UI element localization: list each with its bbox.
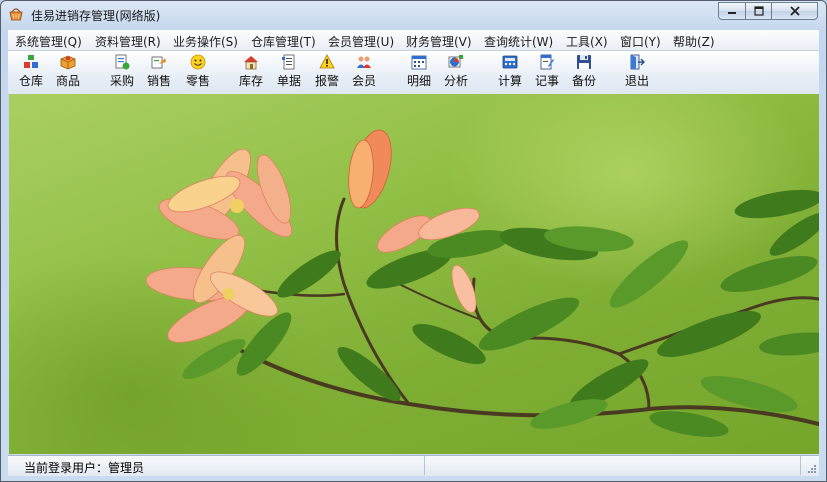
close-icon	[789, 6, 800, 16]
menu-warehouse[interactable]: 仓库管理(T)	[251, 33, 316, 50]
toolbar-label: 退出	[624, 74, 649, 88]
close-button[interactable]	[771, 2, 818, 20]
toolbar-warehouse-button[interactable]: 仓库	[12, 53, 50, 91]
toolbar-label: 单据	[276, 74, 301, 88]
warning-icon	[319, 54, 335, 69]
members-icon	[357, 56, 371, 68]
save-disk-icon	[577, 55, 591, 69]
azalea-flowers	[145, 129, 480, 343]
toolbar-label: 明细	[406, 74, 431, 88]
notebook-icon	[540, 54, 554, 70]
menu-finance[interactable]: 财务管理(V)	[406, 33, 472, 50]
toolbar-label: 记事	[534, 74, 559, 88]
toolbar-goods-button[interactable]: 商品	[49, 53, 87, 91]
main-workspace	[9, 94, 819, 454]
resize-grip-icon[interactable]	[807, 464, 817, 474]
analysis-icon	[448, 55, 463, 68]
status-pane-user: 当前登录用户：管理员	[14, 456, 425, 475]
maximize-button[interactable]	[745, 2, 772, 20]
menu-query[interactable]: 查询统计(W)	[484, 33, 553, 50]
toolbar-label: 仓库	[18, 74, 43, 88]
maximize-icon	[753, 6, 764, 16]
toolbar-label: 零售	[185, 74, 210, 88]
smiley-icon	[190, 54, 206, 70]
toolbar-label: 商品	[55, 74, 80, 88]
menu-data[interactable]: 资料管理(R)	[95, 33, 161, 50]
minimize-button[interactable]	[718, 2, 746, 20]
exit-door-icon	[630, 54, 645, 70]
toolbar-label: 报警	[314, 74, 339, 88]
status-current-user: 当前登录用户：管理员	[24, 461, 145, 475]
calendar-detail-icon	[411, 55, 427, 70]
purchase-icon	[115, 54, 130, 70]
toolbar-label: 采购	[109, 74, 134, 88]
toolbar-label: 库存	[238, 74, 263, 88]
toolbar-calculate-button[interactable]: 计算	[491, 53, 529, 91]
toolbar-details-button[interactable]: 明细	[400, 53, 438, 91]
sales-icon	[151, 56, 166, 69]
goods-box-icon	[60, 55, 76, 70]
menu-members[interactable]: 会员管理(U)	[328, 33, 394, 50]
menu-help[interactable]: 帮助(Z)	[673, 33, 715, 50]
minimize-icon	[728, 12, 736, 14]
toolbar-purchase-button[interactable]: 采购	[103, 53, 141, 91]
toolbar: 仓库 商品 采购 销售 零售 库存 单据 报警 会员 明细 分析 计算 记事 备…	[8, 51, 819, 95]
toolbar-retail-button[interactable]: 零售	[179, 53, 217, 91]
menu-system[interactable]: 系统管理(Q)	[15, 33, 82, 50]
window-title: 佳易进销存管理(网络版)	[31, 9, 161, 23]
toolbar-notes-button[interactable]: 记事	[528, 53, 566, 91]
house-icon	[244, 56, 258, 70]
toolbar-label: 备份	[571, 74, 596, 88]
menu-bar: 系统管理(Q) 资料管理(R) 业务操作(S) 仓库管理(T) 会员管理(U) …	[8, 30, 819, 51]
flower-center-bud	[348, 129, 392, 209]
toolbar-label: 分析	[443, 74, 468, 88]
toolbar-exit-button[interactable]: 退出	[618, 53, 656, 91]
menu-window[interactable]: 窗口(Y)	[620, 33, 661, 50]
toolbar-label: 会员	[351, 74, 376, 88]
app-basket-icon	[9, 8, 23, 21]
document-icon	[282, 54, 295, 70]
flower-upper-left	[158, 148, 293, 240]
toolbar-alarm-button[interactable]: 报警	[308, 53, 346, 91]
title-bar[interactable]: 佳易进销存管理(网络版)	[1, 1, 826, 29]
background-photo-flowers	[145, 129, 819, 437]
toolbar-inventory-button[interactable]: 库存	[232, 53, 270, 91]
menu-business[interactable]: 业务操作(S)	[173, 33, 238, 50]
toolbar-sales-button[interactable]: 销售	[140, 53, 178, 91]
status-bar: 当前登录用户：管理员	[8, 455, 819, 476]
calculator-icon	[502, 55, 518, 69]
toolbar-members-button[interactable]: 会员	[345, 53, 383, 91]
toolbar-backup-button[interactable]: 备份	[565, 53, 603, 91]
toolbar-label: 计算	[497, 74, 522, 88]
toolbar-label: 销售	[146, 74, 171, 88]
toolbar-bills-button[interactable]: 单据	[270, 53, 308, 91]
warehouse-icon	[24, 55, 38, 68]
toolbar-analysis-button[interactable]: 分析	[437, 53, 475, 91]
status-pane-empty	[426, 456, 801, 475]
main-window: 佳易进销存管理(网络版) 系统管理(Q) 资料管理(R) 业务操作(S) 仓库管…	[0, 0, 827, 482]
menu-tools[interactable]: 工具(X)	[566, 33, 608, 50]
